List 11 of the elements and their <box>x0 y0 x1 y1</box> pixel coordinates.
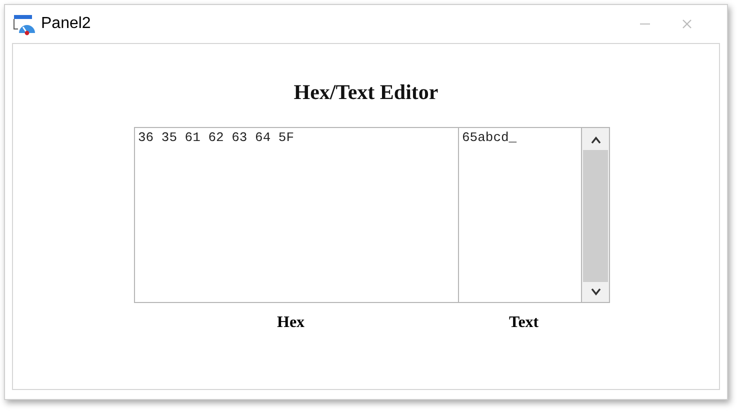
scroll-thumb[interactable] <box>583 150 608 282</box>
scroll-down-icon[interactable] <box>590 288 602 296</box>
gauge-icon <box>13 14 37 36</box>
scroll-up-icon[interactable] <box>590 136 602 144</box>
text-label: Text <box>509 314 539 332</box>
editor-heading: Hex/Text Editor <box>294 80 438 105</box>
hex-field[interactable]: 36 35 61 62 63 64 5F <box>134 127 459 303</box>
scrollbar[interactable] <box>582 127 610 303</box>
hex-label: Hex <box>277 314 305 332</box>
close-icon[interactable] <box>681 18 693 30</box>
window-title: Panel2 <box>41 15 91 33</box>
